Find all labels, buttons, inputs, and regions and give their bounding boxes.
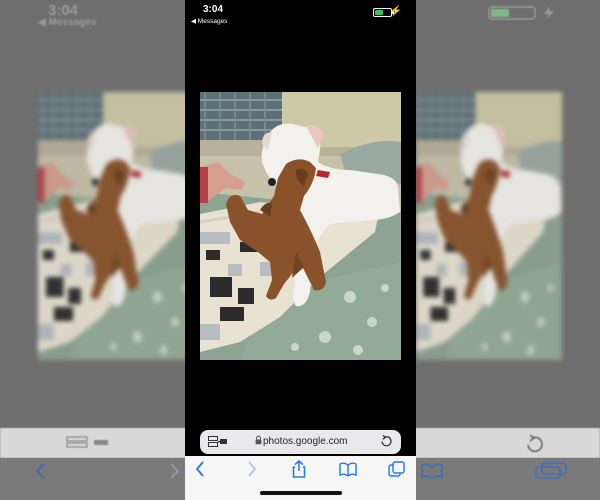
- back-to-messages-link[interactable]: ◀ Messages: [191, 17, 227, 25]
- tabs-icon[interactable]: [387, 460, 407, 478]
- tabs-icon: [535, 462, 567, 479]
- chevron-left-icon: [35, 463, 45, 479]
- previous-photo-preview[interactable]: 3:04 ◀ Messages: [0, 0, 185, 500]
- address-bar[interactable]: photos.google.com: [200, 430, 401, 454]
- address-bar-ghost: [416, 428, 600, 458]
- lock-icon: [255, 435, 262, 445]
- battery-level-fill: [375, 10, 383, 15]
- status-time: 3:04: [203, 4, 224, 15]
- home-indicator[interactable]: [260, 491, 342, 495]
- screenshot-canvas: 3:04 ◀ Messages 3:04 ◀ Messages ⚡ photos…: [0, 0, 600, 500]
- toolbar-ghost: [416, 458, 600, 500]
- back-to-messages-ghost: ◀ Messages: [38, 17, 97, 28]
- photo-image[interactable]: [200, 92, 401, 360]
- address-bar-ghost: [0, 428, 185, 458]
- battery-ghost-icon: [488, 6, 554, 20]
- next-photo-image: [416, 92, 562, 360]
- reload-icon: [527, 434, 543, 452]
- reload-icon[interactable]: [379, 434, 393, 448]
- book-icon[interactable]: [338, 460, 358, 478]
- chevron-left-icon[interactable]: [191, 460, 211, 478]
- toolbar-ghost: [0, 458, 185, 500]
- browser-toolbar: [185, 456, 416, 500]
- reader-mode-icon: [66, 436, 108, 448]
- charging-bolt-icon: ⚡: [389, 6, 402, 17]
- book-icon: [421, 463, 443, 479]
- reader-mode-icon[interactable]: [208, 436, 228, 448]
- previous-photo-image: [38, 92, 185, 360]
- next-photo-preview[interactable]: [416, 0, 600, 500]
- phone-screen: 3:04 ◀ Messages ⚡ photos.google.com: [185, 0, 416, 500]
- url-text[interactable]: photos.google.com: [263, 436, 348, 447]
- chevron-right-icon: [170, 463, 180, 479]
- chevron-right-icon[interactable]: [241, 460, 261, 478]
- share-icon[interactable]: [289, 460, 309, 478]
- status-bar: 3:04 ◀ Messages ⚡: [185, 0, 416, 28]
